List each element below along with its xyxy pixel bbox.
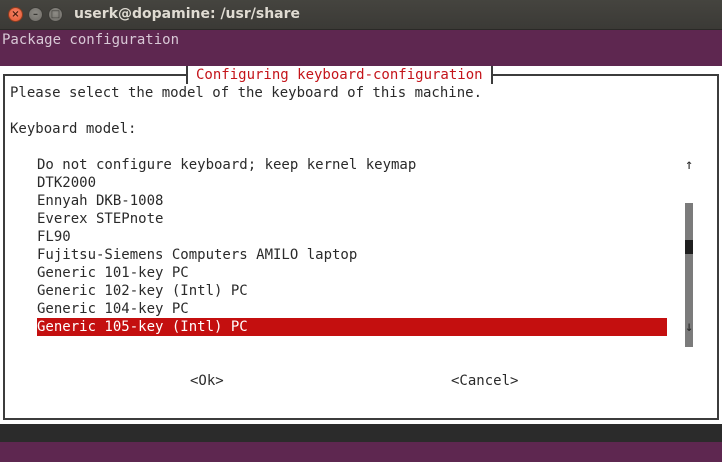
dialog-border-bottom <box>3 418 719 420</box>
list-item[interactable]: FL90 <box>37 228 71 246</box>
scroll-up-arrow-icon[interactable]: ↑ <box>685 156 693 174</box>
terminal-area[interactable]: Package configuration Configuring keyboa… <box>0 30 722 462</box>
scrollbar-thumb[interactable] <box>685 240 693 254</box>
dialog-prompt: Please select the model of the keyboard … <box>10 85 483 101</box>
ok-button[interactable]: <Ok> <box>190 372 224 390</box>
maximize-window-button[interactable]: □ <box>48 7 63 22</box>
dialog-shadow-bar <box>0 424 722 442</box>
minimize-window-button[interactable]: – <box>28 7 43 22</box>
list-item[interactable]: DTK2000 <box>37 174 96 192</box>
backtitle: Package configuration <box>2 32 180 48</box>
backtitle-bar: Package configuration <box>0 30 722 66</box>
list-item[interactable]: Ennyah DKB-1008 <box>37 192 163 210</box>
list-item-selected[interactable]: Generic 105-key (Intl) PC <box>37 318 667 336</box>
list-item[interactable]: Generic 104-key PC <box>37 300 189 318</box>
scroll-down-arrow-icon[interactable]: ↓ <box>685 318 693 336</box>
dialog-title: Configuring keyboard-configuration <box>186 66 493 84</box>
close-window-button[interactable]: × <box>8 7 23 22</box>
dialog-border-left <box>3 74 5 420</box>
terminal-bottom-bar <box>0 442 722 462</box>
keyboard-model-label: Keyboard model: <box>10 121 137 137</box>
dialog-border-right <box>717 74 719 420</box>
cancel-button[interactable]: <Cancel> <box>451 372 518 390</box>
list-item[interactable]: Do not configure keyboard; keep kernel k… <box>37 156 416 174</box>
list-item[interactable]: Everex STEPnote <box>37 210 163 228</box>
window-titlebar: × – □ userk@dopamine: /usr/share <box>0 0 722 30</box>
list-item[interactable]: Generic 102-key (Intl) PC <box>37 282 248 300</box>
list-item[interactable]: Fujitsu-Siemens Computers AMILO laptop <box>37 246 357 264</box>
list-item[interactable]: Generic 101-key PC <box>37 264 189 282</box>
window-title: userk@dopamine: /usr/share <box>74 6 301 22</box>
debconf-dialog: Configuring keyboard-configuration Pleas… <box>0 66 722 424</box>
